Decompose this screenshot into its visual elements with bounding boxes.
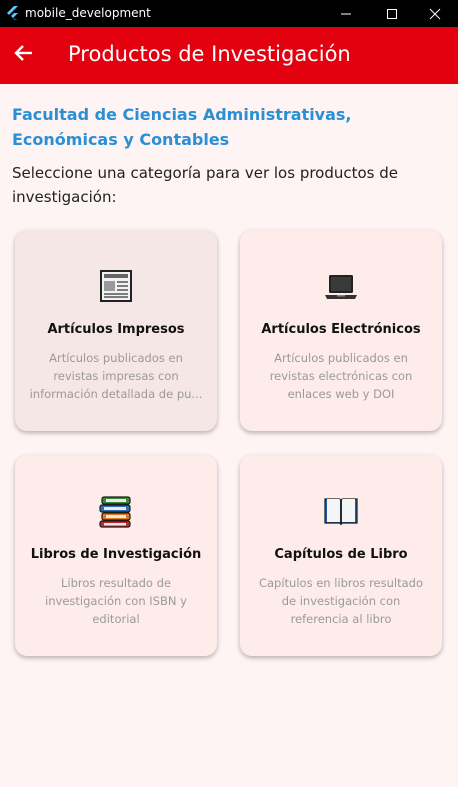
close-button[interactable] bbox=[412, 0, 458, 27]
category-card-articulos-electronicos[interactable]: Artículos Electrónicos Artículos publica… bbox=[240, 230, 442, 431]
laptop-icon bbox=[323, 268, 359, 304]
card-description: Artículos publicados en revistas electró… bbox=[269, 351, 413, 401]
minimize-button[interactable] bbox=[323, 0, 369, 27]
maximize-button[interactable] bbox=[369, 0, 415, 27]
card-title: Libros de Investigación bbox=[30, 547, 202, 562]
back-button[interactable] bbox=[10, 41, 38, 69]
arrow-left-icon bbox=[14, 43, 34, 67]
window-titlebar: mobile_development bbox=[0, 0, 458, 27]
card-title: Artículos Impresos bbox=[47, 322, 185, 337]
page-title: Productos de Investigación bbox=[68, 42, 351, 66]
flutter-logo-icon bbox=[5, 5, 21, 21]
window-title: mobile_development bbox=[25, 6, 151, 20]
category-card-libros-investigacion[interactable]: Libros de Investigación Libros resultado… bbox=[15, 455, 217, 656]
card-description: Artículos publicados en revistas impresa… bbox=[29, 351, 203, 401]
instructions-text: Seleccione una categoría para ver los pr… bbox=[12, 164, 399, 206]
books-icon bbox=[98, 493, 134, 529]
category-card-articulos-impresos[interactable]: Artículos Impresos Artículos publicados … bbox=[15, 230, 217, 431]
app-bar: Productos de Investigación bbox=[0, 27, 458, 84]
card-description: Libros resultado de investigación con IS… bbox=[45, 576, 187, 626]
card-title: Capítulos de Libro bbox=[274, 547, 408, 562]
card-title: Artículos Electrónicos bbox=[261, 322, 421, 337]
faculty-heading: Facultad de Ciencias Administrativas, Ec… bbox=[12, 105, 352, 149]
open-book-icon bbox=[323, 493, 359, 529]
category-card-capitulos-libro[interactable]: Capítulos de Libro Capítulos en libros r… bbox=[240, 455, 442, 656]
newspaper-icon bbox=[98, 268, 134, 304]
card-description: Capítulos en libros resultado de investi… bbox=[258, 576, 424, 626]
